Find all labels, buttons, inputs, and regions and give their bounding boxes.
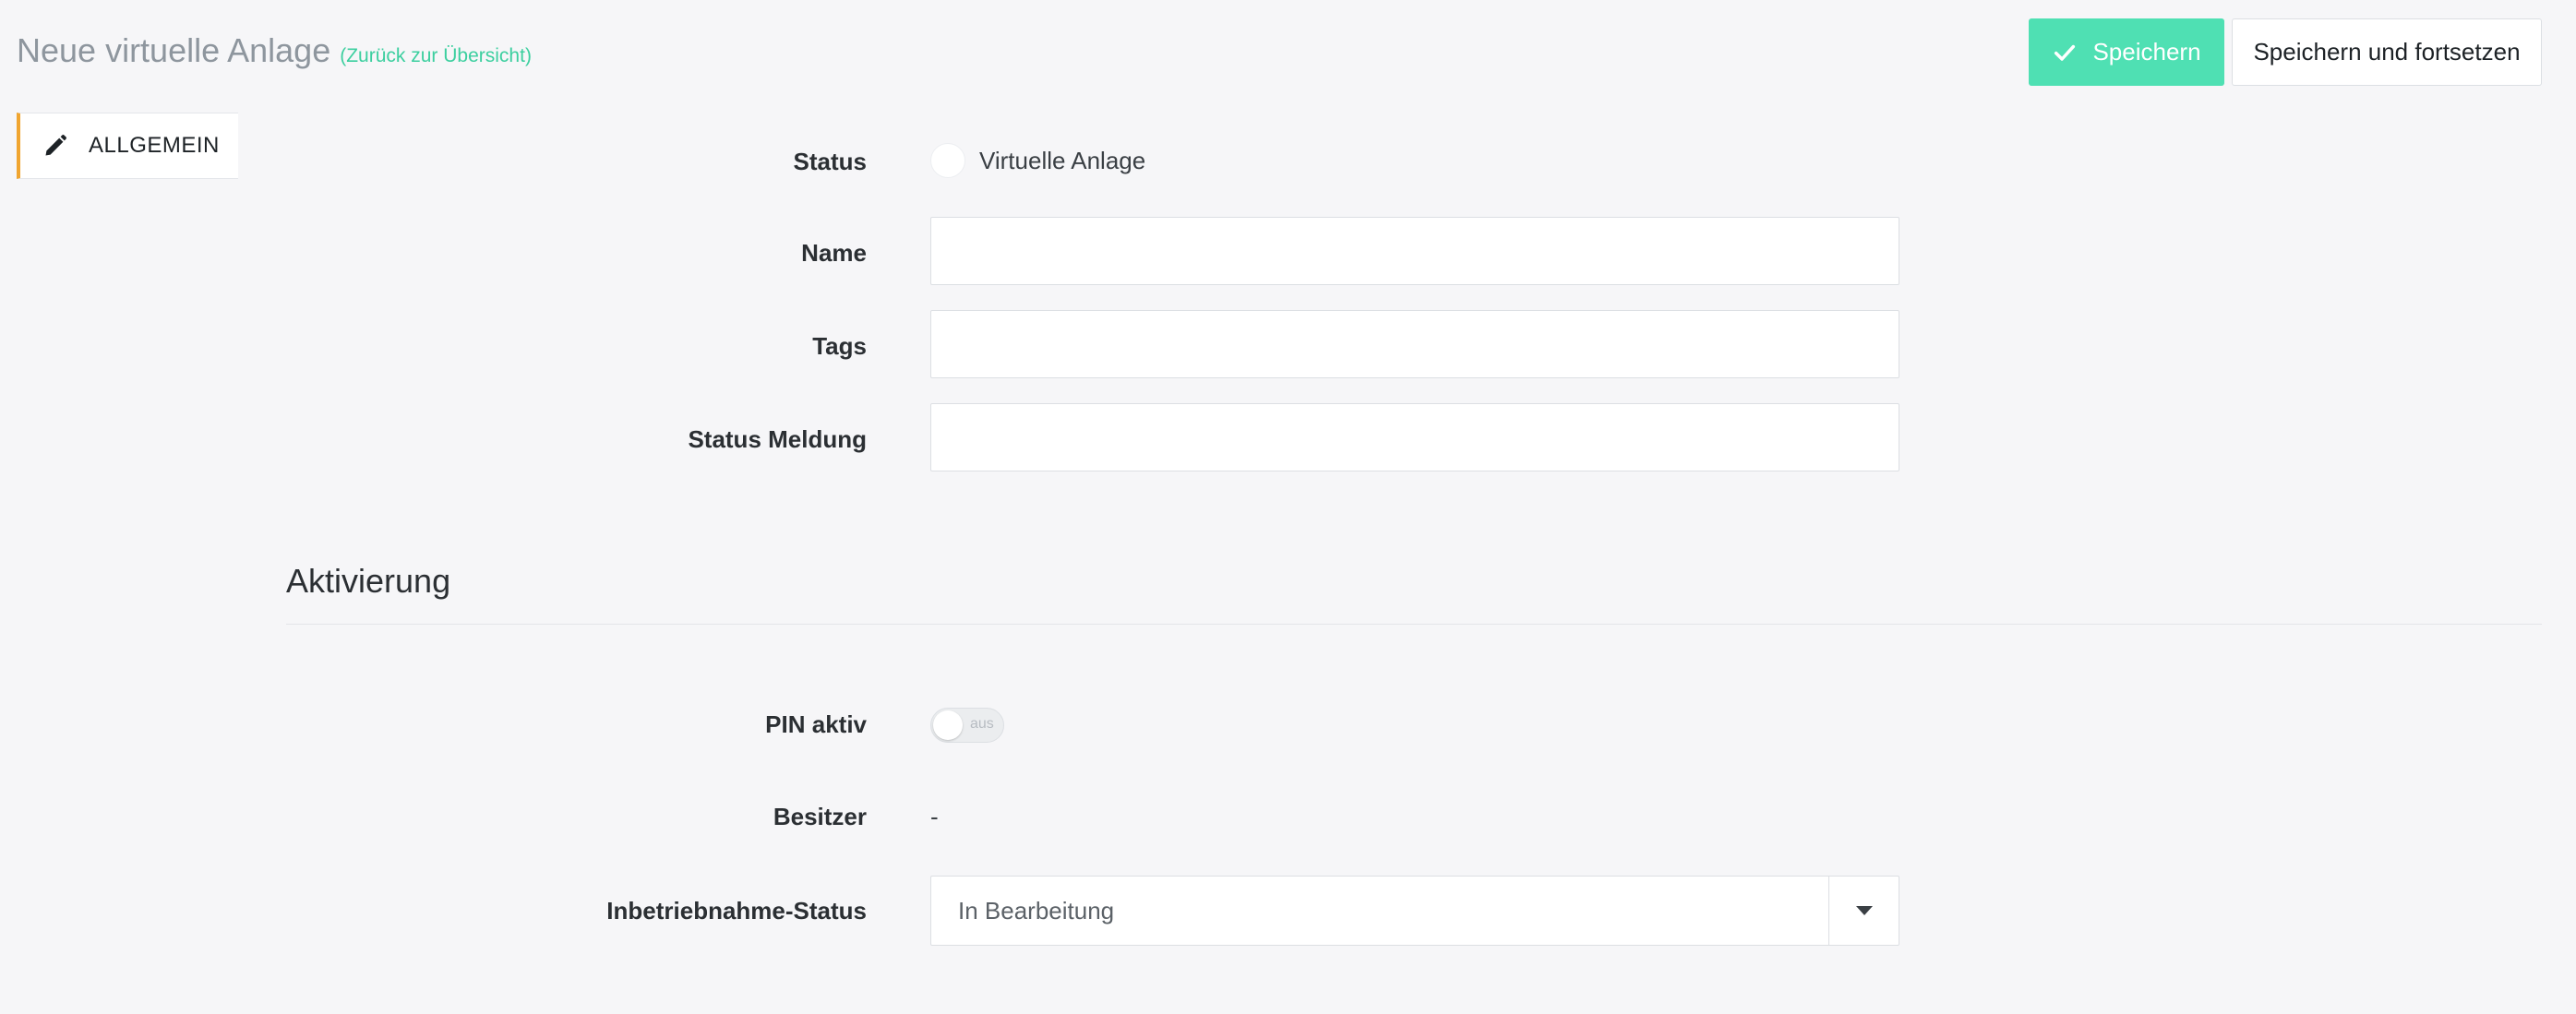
pin-label: PIN aktiv xyxy=(765,710,867,738)
status-message-field[interactable] xyxy=(930,403,1899,471)
pencil-icon xyxy=(45,135,66,156)
status-label: Status xyxy=(793,148,867,175)
owner-label: Besitzer xyxy=(773,803,867,830)
status-message-label: Status Meldung xyxy=(688,425,867,453)
pin-toggle[interactable]: aus xyxy=(930,708,1004,743)
toggle-knob xyxy=(933,710,963,740)
sidebar-item-label: ALLGEMEIN xyxy=(89,133,220,158)
commissioning-label: Inbetriebnahme-Status xyxy=(606,897,867,925)
tags-field[interactable] xyxy=(930,310,1899,378)
save-and-continue-button[interactable]: Speichern und fortsetzen xyxy=(2232,18,2542,86)
commissioning-status-select[interactable]: In Bearbeitung xyxy=(930,876,1899,946)
back-to-overview-link[interactable]: (Zurück zur Übersicht) xyxy=(340,45,532,67)
name-field[interactable] xyxy=(930,217,1899,285)
activation-section-title: Aktivierung xyxy=(286,562,451,600)
section-divider xyxy=(286,624,2542,625)
save-button[interactable]: Speichern xyxy=(2029,18,2224,86)
save-button-label: Speichern xyxy=(2092,38,2201,66)
toggle-state-text: aus xyxy=(970,716,994,732)
check-icon xyxy=(2055,44,2076,61)
dropdown-toggle[interactable] xyxy=(1828,877,1899,945)
name-label: Name xyxy=(801,239,867,267)
page-header: Neue virtuelle Anlage (Zurück zur Übersi… xyxy=(17,31,532,70)
save-and-continue-label: Speichern und fortsetzen xyxy=(2253,38,2521,66)
virtual-asset-radio-label: Virtuelle Anlage xyxy=(979,147,1146,174)
tags-label: Tags xyxy=(812,332,867,360)
sidebar-item-allgemein[interactable]: ALLGEMEIN xyxy=(17,113,238,179)
owner-value: - xyxy=(930,803,939,830)
page-title: Neue virtuelle Anlage xyxy=(17,31,331,69)
commissioning-status-value: In Bearbeitung xyxy=(958,897,1115,925)
caret-down-icon xyxy=(1855,906,1873,915)
virtual-asset-radio[interactable] xyxy=(930,143,965,178)
